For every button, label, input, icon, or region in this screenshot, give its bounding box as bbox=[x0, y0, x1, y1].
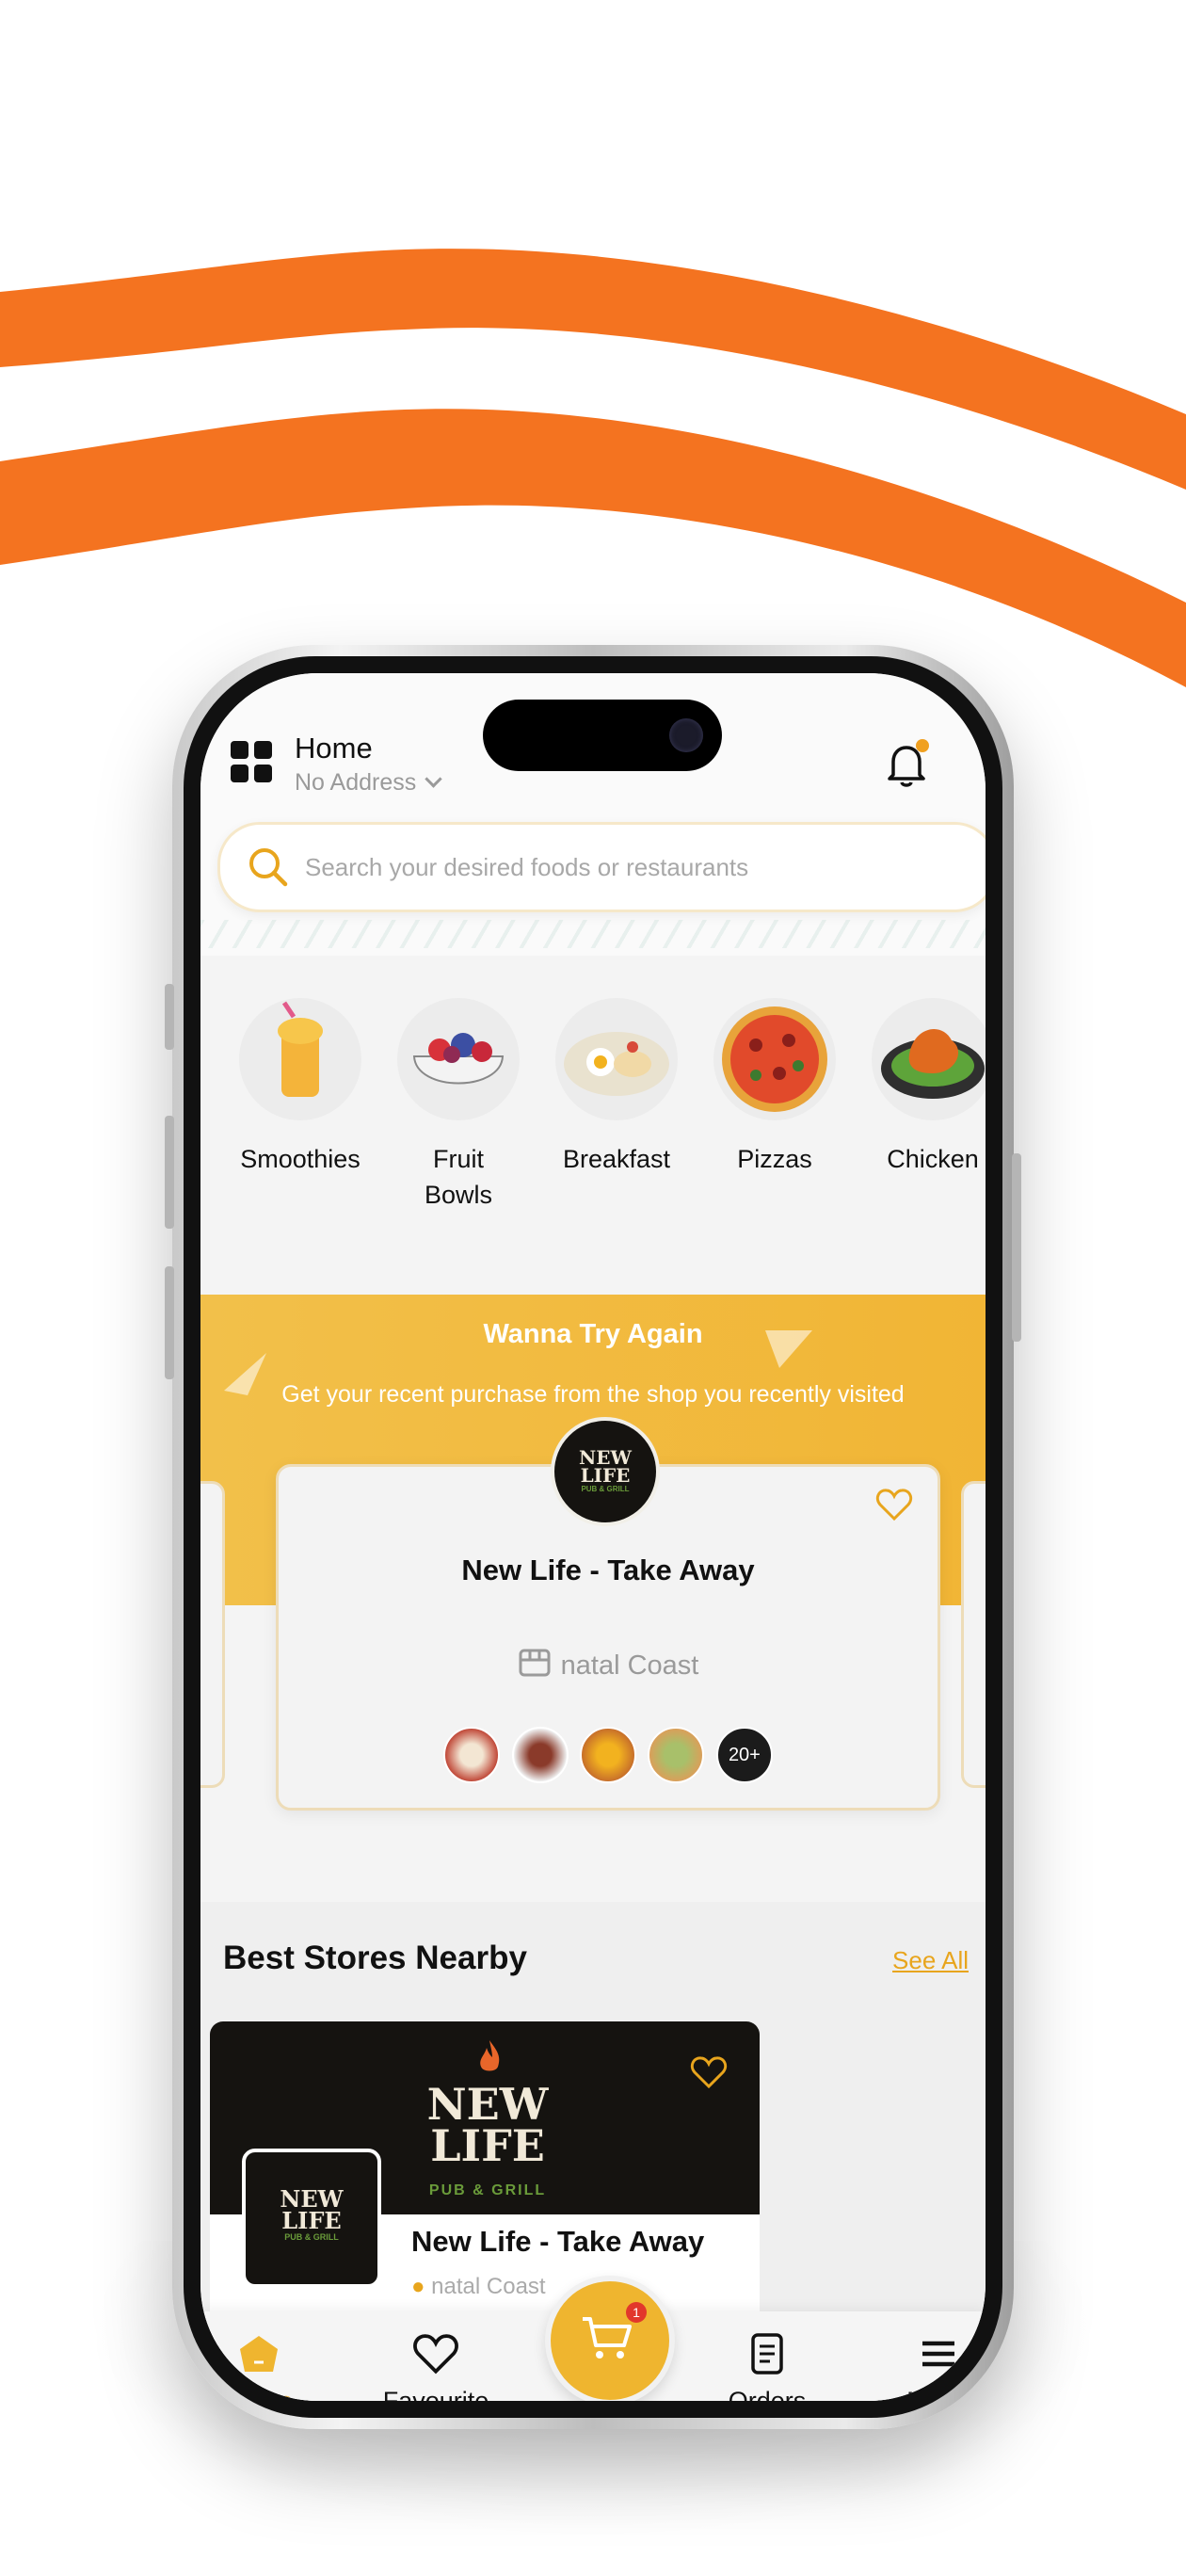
hamburger-menu-icon bbox=[915, 2330, 962, 2377]
search-icon bbox=[249, 848, 288, 887]
address-label: No Address bbox=[295, 769, 417, 796]
favourite-heart-icon[interactable] bbox=[690, 2055, 728, 2089]
see-all-link[interactable]: See All bbox=[892, 1946, 969, 1975]
smoothie-image bbox=[239, 998, 361, 1120]
nav-home[interactable]: Home bbox=[200, 2330, 325, 2401]
category-chicken[interactable]: Chicken bbox=[857, 998, 986, 1177]
category-breakfast[interactable]: Breakfast bbox=[541, 998, 692, 1177]
heart-icon bbox=[412, 2330, 459, 2377]
phone-frame: Home No Address Search your desired food… bbox=[165, 645, 1021, 2429]
power-button bbox=[1012, 1153, 1021, 1342]
category-list: Smoothies Fruit Bowls Breakfast Pizzas C… bbox=[200, 998, 986, 1215]
nav-home-label: Home bbox=[224, 2387, 294, 2401]
phone-bezel: Home No Address Search your desired food… bbox=[184, 656, 1002, 2418]
search-bar[interactable]: Search your desired foods or restaurants bbox=[217, 822, 986, 912]
favourite-heart-icon[interactable] bbox=[875, 1488, 913, 1521]
app-screen: Home No Address Search your desired food… bbox=[200, 673, 986, 2401]
address-selector[interactable]: No Address bbox=[295, 769, 442, 797]
logo-text-line1: NEW bbox=[426, 2079, 549, 2130]
logo-text-line2: LIFE bbox=[281, 2207, 342, 2234]
category-smoothies[interactable]: Smoothies bbox=[225, 998, 376, 1177]
nav-favourite[interactable]: Favourite bbox=[370, 2330, 502, 2401]
cart-icon bbox=[583, 2317, 632, 2359]
decorative-triangle-left bbox=[224, 1353, 266, 1395]
store-name: New Life - Take Away bbox=[461, 1554, 755, 1586]
category-pizzas[interactable]: Pizzas bbox=[699, 998, 850, 1177]
store-logo-thumbnail: NEW LIFE PUB & GRILL bbox=[242, 2149, 381, 2288]
category-label: Breakfast bbox=[562, 1145, 671, 1173]
fruit-bowl-image bbox=[397, 998, 520, 1120]
dynamic-island bbox=[483, 700, 722, 771]
decorative-triangle-right bbox=[765, 1330, 812, 1368]
menu-item-thumbnails: 20+ bbox=[279, 1727, 938, 1783]
volume-up-button bbox=[165, 1116, 174, 1229]
camera-icon bbox=[669, 718, 703, 752]
logo-subtitle: PUB & GRILL bbox=[284, 2232, 339, 2242]
nearby-store-card[interactable]: NEW LIFE PUB & GRILL NEW LIFE PUB & GRIL… bbox=[210, 2021, 760, 2360]
logo-subtitle: PUB & GRILL bbox=[428, 2182, 547, 2198]
cart-count-badge: 1 bbox=[626, 2302, 647, 2323]
pizza-image bbox=[713, 998, 836, 1120]
nav-menu[interactable]: Menu bbox=[873, 2330, 986, 2401]
nav-favourite-label: Favourite bbox=[382, 2387, 489, 2401]
banner-title: Wanna Try Again bbox=[483, 1319, 703, 1349]
volume-down-button bbox=[165, 1266, 174, 1379]
cart-button[interactable]: 1 bbox=[545, 2276, 675, 2401]
logo-text-line2: LIFE bbox=[430, 2120, 545, 2171]
previous-card-peek[interactable] bbox=[200, 1481, 225, 1788]
category-label: Fruit Bowls bbox=[424, 1145, 493, 1209]
food-thumbnail bbox=[580, 1727, 636, 1783]
next-card-peek[interactable] bbox=[961, 1481, 986, 1788]
notification-dot bbox=[916, 739, 929, 752]
breakfast-image bbox=[555, 998, 678, 1120]
category-fruit-bowls[interactable]: Fruit Bowls bbox=[383, 998, 534, 1213]
category-label: Smoothies bbox=[240, 1145, 361, 1173]
category-label: Chicken bbox=[887, 1145, 979, 1173]
decorative-pattern bbox=[200, 920, 986, 948]
nav-orders[interactable]: Orders bbox=[701, 2330, 833, 2401]
orders-icon bbox=[744, 2330, 791, 2377]
nav-menu-label: Menu bbox=[906, 2387, 970, 2401]
banner-subtitle: Get your recent purchase from the shop y… bbox=[281, 1381, 905, 1408]
background-waves bbox=[0, 249, 1186, 687]
logo-subtitle: PUB & GRILL bbox=[581, 1485, 630, 1493]
section-title: Best Stores Nearby bbox=[223, 1940, 527, 1976]
search-input[interactable]: Search your desired foods or restaurants bbox=[305, 853, 748, 882]
store-logo: NEW LIFE PUB & GRILL bbox=[551, 1417, 660, 1526]
store-icon bbox=[519, 1649, 551, 1677]
store-cover-logo: NEW LIFE PUB & GRILL bbox=[426, 2079, 549, 2212]
category-label: Pizzas bbox=[737, 1145, 812, 1173]
store-name: New Life - Take Away bbox=[411, 2225, 705, 2258]
store-location-label: natal Coast bbox=[431, 2274, 546, 2299]
grid-menu-icon[interactable] bbox=[231, 741, 274, 784]
nav-orders-label: Orders bbox=[728, 2387, 807, 2401]
notification-bell-icon[interactable] bbox=[880, 737, 933, 790]
page-title: Home bbox=[295, 732, 373, 765]
store-location: natal Coast bbox=[279, 1648, 938, 1682]
food-thumbnail bbox=[648, 1727, 705, 1783]
location-pin-icon: ● bbox=[411, 2274, 425, 2299]
logo-text-line2: LIFE bbox=[580, 1464, 631, 1487]
store-location: ● natal Coast bbox=[411, 2274, 546, 2300]
chevron-down-icon bbox=[425, 770, 442, 788]
more-items-count: 20+ bbox=[715, 1727, 773, 1783]
chicken-image bbox=[872, 998, 986, 1120]
food-thumbnail bbox=[511, 1727, 569, 1783]
food-thumbnail bbox=[443, 1727, 501, 1783]
flame-icon bbox=[480, 2040, 500, 2071]
home-icon bbox=[235, 2330, 282, 2377]
action-button bbox=[165, 984, 174, 1050]
store-location-label: natal Coast bbox=[560, 1650, 699, 1681]
